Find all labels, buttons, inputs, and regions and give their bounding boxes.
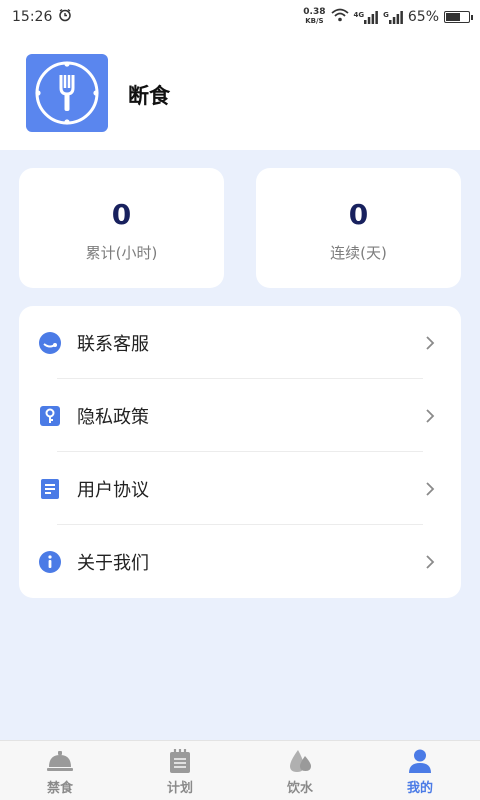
stat-card-streak-days: 0 连续(天): [256, 168, 461, 288]
tab-label: 计划: [166, 781, 193, 796]
menu-item-label: 用户协议: [77, 479, 149, 501]
profile-header: 断食: [0, 34, 480, 150]
menu-item-privacy-policy[interactable]: 隐私政策: [19, 379, 461, 452]
stat-label: 累计(小时): [85, 244, 158, 262]
battery-percent: 65%: [407, 9, 439, 25]
app-title: 断食: [128, 84, 170, 108]
wifi-icon: [330, 8, 349, 26]
menu-item-label: 联系客服: [77, 333, 149, 355]
tab-label: 我的: [406, 781, 433, 796]
settings-menu: 联系客服 隐私政策 用户协议 关于我们: [19, 306, 461, 598]
signal-4g-icon: 4G: [354, 10, 379, 24]
stat-value: 0: [348, 198, 369, 231]
status-bar: 15:26 0.38 KB/S 4G G 65%: [0, 0, 480, 34]
key-icon: [38, 404, 62, 428]
stat-value: 0: [111, 198, 132, 231]
info-icon: [38, 550, 62, 574]
menu-item-label: 隐私政策: [77, 406, 149, 428]
tab-mine[interactable]: 我的: [360, 741, 480, 800]
tab-plan[interactable]: 计划: [120, 741, 240, 800]
customer-service-icon: [38, 331, 62, 355]
tab-label: 禁食: [46, 781, 73, 796]
signal-g-icon: G: [383, 10, 403, 24]
chevron-right-icon: [426, 554, 435, 569]
network-speed: 0.38 KB/S: [303, 7, 326, 26]
clock-time: 15:26: [12, 9, 53, 25]
chevron-right-icon: [426, 335, 435, 350]
alarm-icon: [58, 8, 72, 26]
user-icon: [406, 747, 434, 775]
battery-icon: [444, 11, 473, 23]
menu-item-label: 关于我们: [77, 552, 149, 574]
stat-label: 连续(天): [330, 244, 387, 262]
app-logo: [26, 54, 108, 132]
calendar-icon: [166, 747, 194, 775]
chevron-right-icon: [426, 481, 435, 496]
chevron-right-icon: [426, 408, 435, 423]
water-drop-icon: [286, 747, 314, 775]
clock-fork-icon: [35, 61, 99, 125]
menu-item-contact-service[interactable]: 联系客服: [19, 306, 461, 379]
bottom-tab-bar: 禁食 计划 饮水 我的: [0, 740, 480, 800]
tab-water[interactable]: 饮水: [240, 741, 360, 800]
tab-fasting[interactable]: 禁食: [0, 741, 120, 800]
menu-item-user-agreement[interactable]: 用户协议: [19, 452, 461, 525]
menu-item-about-us[interactable]: 关于我们: [19, 525, 461, 598]
document-icon: [38, 477, 62, 501]
fasting-icon: [46, 747, 74, 775]
stat-card-total-hours: 0 累计(小时): [19, 168, 224, 288]
tab-label: 饮水: [286, 781, 313, 796]
